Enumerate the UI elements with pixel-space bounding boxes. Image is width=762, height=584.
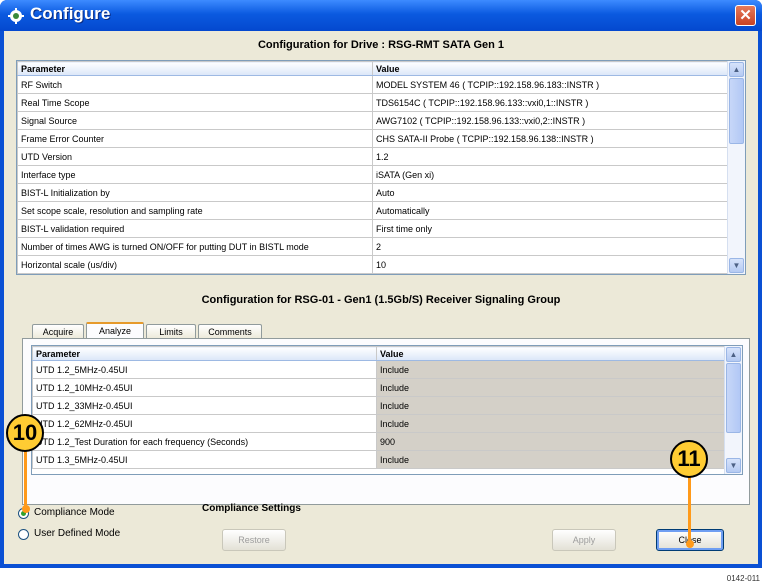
drive-table-row[interactable]: Number of times AWG is turned ON/OFF for… [17,237,730,256]
parameter-cell[interactable]: BIST-L validation required [17,219,373,238]
scroll-thumb[interactable] [729,78,744,144]
drive-header-value[interactable]: Value [372,61,730,76]
compliance-settings-label: Compliance Settings [202,503,301,514]
drive-table-row[interactable]: Real Time Scope TDS6154C ( TCPIP::192.158… [17,93,730,112]
group-config-grid[interactable]: Parameter Value UTD 1.2_5MHz-0.45UI Inclu… [31,345,743,475]
drive-table-row[interactable]: UTD Version 1.2 [17,147,730,166]
drive-table-row[interactable]: Horizontal scale (us/div) 10 [17,255,730,274]
callout-leader-line [688,476,691,544]
parameter-cell[interactable]: UTD 1.2_62MHz-0.45UI [32,414,377,433]
callout-target-dot [22,505,30,513]
parameter-cell[interactable]: UTD 1.2_5MHz-0.45UI [32,360,377,379]
group-table-row[interactable]: UTD 1.2_5MHz-0.45UI Include [32,360,727,379]
group-header-value[interactable]: Value [376,346,727,361]
scroll-up-icon[interactable]: ▲ [726,347,741,362]
parameter-cell[interactable]: Interface type [17,165,373,184]
parameter-cell[interactable]: Number of times AWG is turned ON/OFF for… [17,237,373,256]
drive-table-row[interactable]: Signal Source AWG7102 ( TCPIP::192.158.96… [17,111,730,130]
tab-limits[interactable]: Limits [146,324,196,339]
configure-gear-icon [8,8,24,24]
parameter-cell[interactable]: Horizontal scale (us/div) [17,255,373,274]
apply-button[interactable]: Apply [552,529,616,551]
value-cell[interactable]: 1.2 [372,147,730,166]
parameter-cell[interactable]: Real Time Scope [17,93,373,112]
parameter-cell[interactable]: UTD 1.2_10MHz-0.45UI [32,378,377,397]
window-title: Configure [30,4,111,23]
group-grid-scrollbar[interactable]: ▲ ▼ [724,346,742,474]
scroll-thumb[interactable] [726,363,741,433]
tab-acquire[interactable]: Acquire [32,324,84,339]
scroll-up-icon[interactable]: ▲ [729,62,744,77]
parameter-cell[interactable]: Signal Source [17,111,373,130]
compliance-mode-label[interactable]: Compliance Mode [34,507,115,518]
value-cell[interactable]: Include [376,378,727,397]
value-cell[interactable]: TDS6154C ( TCPIP::192.158.96.133::vxi0,1… [372,93,730,112]
value-cell[interactable]: iSATA (Gen xi) [372,165,730,184]
value-cell[interactable]: 10 [372,255,730,274]
parameter-cell[interactable]: BIST-L Initialization by [17,183,373,202]
group-table-row[interactable]: UTD 1.2_10MHz-0.45UI Include [32,378,727,397]
parameter-cell[interactable]: UTD 1.2_Test Duration for each frequency… [32,432,377,451]
group-config-table: Parameter Value UTD 1.2_5MHz-0.45UI Inclu… [32,346,727,469]
scroll-down-icon[interactable]: ▼ [726,458,741,473]
parameter-cell[interactable]: Set scope scale, resolution and sampling… [17,201,373,220]
callout-10: 10 [6,414,44,452]
value-cell[interactable]: CHS SATA-II Probe ( TCPIP::192.158.96.13… [372,129,730,148]
configure-window: Configure ✕ Configuration for Drive : RS… [0,0,762,568]
callout-11: 11 [670,440,708,478]
value-cell[interactable]: Auto [372,183,730,202]
analyze-tab-panel: Parameter Value UTD 1.2_5MHz-0.45UI Inclu… [22,338,750,505]
drive-header-parameter[interactable]: Parameter [17,61,373,76]
value-cell[interactable]: AWG7102 ( TCPIP::192.158.96.133::vxi0,2:… [372,111,730,130]
parameter-cell[interactable]: UTD 1.2_33MHz-0.45UI [32,396,377,415]
value-cell[interactable]: First time only [372,219,730,238]
value-cell[interactable]: Include [376,414,727,433]
group-header-parameter[interactable]: Parameter [32,346,377,361]
drive-table-row[interactable]: Set scope scale, resolution and sampling… [17,201,730,220]
group-table-row[interactable]: UTD 1.2_Test Duration for each frequency… [32,432,727,451]
user-defined-mode-radio[interactable] [18,529,29,540]
title-bar[interactable]: Configure ✕ [0,0,762,31]
scroll-down-icon[interactable]: ▼ [729,258,744,273]
figure-id: 0142-011 [726,574,760,583]
parameter-cell[interactable]: UTD 1.3_5MHz-0.45UI [32,450,377,469]
drive-config-grid[interactable]: Parameter Value RF Switch MODEL SYSTEM 46… [16,60,746,275]
value-cell[interactable]: Automatically [372,201,730,220]
drive-heading: Configuration for Drive : RSG-RMT SATA G… [257,39,505,51]
close-window-icon[interactable]: ✕ [735,5,756,26]
tab-comments[interactable]: Comments [198,324,262,339]
drive-table-row[interactable]: Interface type iSATA (Gen xi) [17,165,730,184]
user-defined-mode-label[interactable]: User Defined Mode [34,528,120,539]
group-table-row[interactable]: UTD 1.2_33MHz-0.45UI Include [32,396,727,415]
drive-table-row[interactable]: BIST-L Initialization by Auto [17,183,730,202]
tab-analyze[interactable]: Analyze [86,322,144,339]
value-cell[interactable]: Include [376,360,727,379]
restore-button[interactable]: Restore [222,529,286,551]
drive-table-row[interactable]: RF Switch MODEL SYSTEM 46 ( TCPIP::192.15… [17,75,730,94]
group-table-row[interactable]: UTD 1.2_62MHz-0.45UI Include [32,414,727,433]
drive-table-row[interactable]: BIST-L validation required First time onl… [17,219,730,238]
drive-grid-scrollbar[interactable]: ▲ ▼ [727,61,745,274]
callout-target-dot [686,540,694,548]
parameter-cell[interactable]: Frame Error Counter [17,129,373,148]
value-cell[interactable]: Include [376,396,727,415]
drive-config-table: Parameter Value RF Switch MODEL SYSTEM 46… [17,61,730,274]
value-cell[interactable]: 2 [372,237,730,256]
dialog-body: Configuration for Drive : RSG-RMT SATA G… [4,31,758,564]
drive-table-row[interactable]: Frame Error Counter CHS SATA-II Probe ( T… [17,129,730,148]
group-table-row[interactable]: UTD 1.3_5MHz-0.45UI Include [32,450,727,469]
value-cell[interactable]: MODEL SYSTEM 46 ( TCPIP::192.158.96.183:… [372,75,730,94]
parameter-cell[interactable]: UTD Version [17,147,373,166]
parameter-cell[interactable]: RF Switch [17,75,373,94]
group-heading: Configuration for RSG-01 - Gen1 (1.5Gb/S… [201,294,561,306]
